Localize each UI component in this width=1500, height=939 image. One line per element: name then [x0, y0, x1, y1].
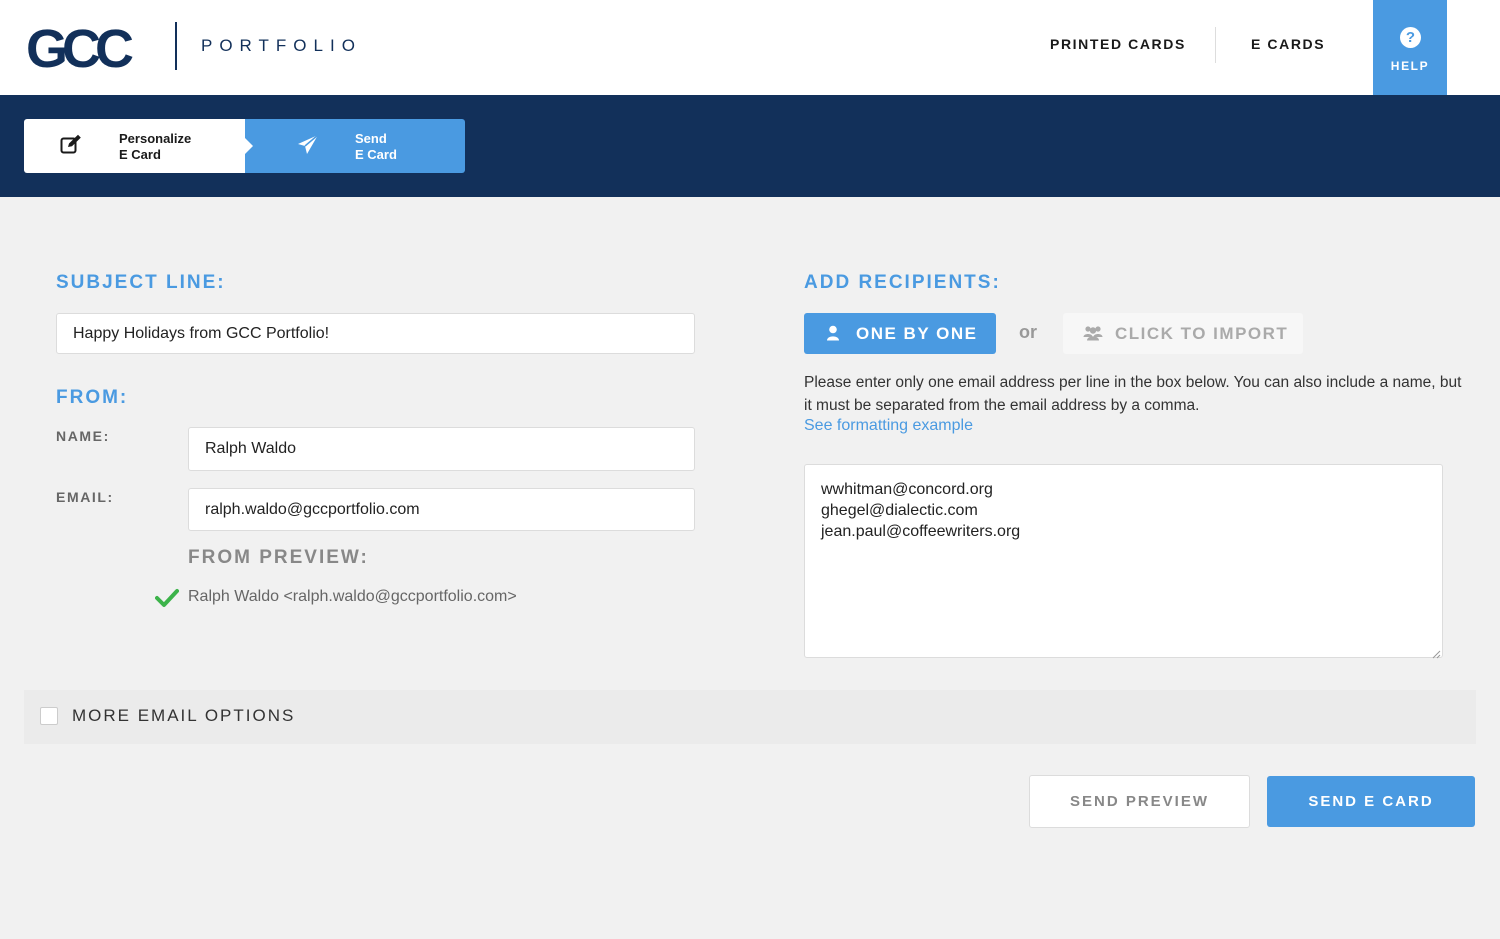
nav-printed-cards[interactable]: PRINTED CARDS [1050, 36, 1186, 52]
or-label: or [1019, 322, 1037, 342]
paper-plane-icon [297, 134, 319, 161]
email-input[interactable] [188, 488, 695, 531]
logo-divider [175, 22, 177, 70]
send-e-card-button[interactable]: SEND E CARD [1267, 776, 1475, 827]
send-preview-button[interactable]: SEND PREVIEW [1029, 775, 1250, 828]
from-heading: FROM: [56, 387, 129, 408]
step-send-line1: Send [355, 131, 387, 146]
more-options-label: MORE EMAIL OPTIONS [72, 706, 296, 725]
step-arrow [245, 138, 253, 154]
nav-divider [1215, 27, 1216, 63]
portfolio-label: PORTFOLIO [201, 36, 362, 55]
step-personalize[interactable]: Personalize E Card [24, 119, 246, 173]
recipients-heading: ADD RECIPIENTS: [804, 272, 1001, 293]
email-label: EMAIL: [56, 489, 114, 505]
one-by-one-button[interactable]: ONE BY ONE [804, 313, 996, 354]
resize-grip-icon[interactable] [1431, 646, 1441, 664]
help-button[interactable]: ? HELP [1373, 0, 1447, 95]
step-personalize-line2: E Card [119, 147, 161, 162]
subject-input[interactable] [56, 313, 695, 354]
from-preview-heading: FROM PREVIEW: [188, 547, 369, 568]
users-group-icon [1083, 325, 1103, 346]
click-to-import-button[interactable]: CLICK TO IMPORT [1063, 313, 1303, 354]
recipients-textarea[interactable]: wwhitman@concord.org ghegel@dialectic.co… [804, 464, 1443, 658]
step-send[interactable]: Send E Card [245, 119, 465, 173]
name-input[interactable] [188, 427, 695, 471]
name-label: NAME: [56, 428, 110, 444]
nav-e-cards[interactable]: E CARDS [1251, 36, 1325, 52]
click-to-import-label: CLICK TO IMPORT [1115, 324, 1289, 343]
top-header: GCC PORTFOLIO PRINTED CARDS E CARDS ? HE… [0, 0, 1500, 95]
step-send-line2: E Card [355, 147, 397, 162]
help-icon: ? [1400, 27, 1421, 48]
gcc-logo-graphic: GCC [26, 22, 139, 72]
help-label: HELP [1390, 59, 1430, 73]
more-email-options-bar[interactable]: MORE EMAIL OPTIONS [24, 690, 1476, 744]
step-personalize-line1: Personalize [119, 131, 192, 146]
formatting-example-link[interactable]: See formatting example [804, 417, 973, 435]
step-personalize-label: Personalize E Card [119, 131, 191, 163]
from-preview-text: Ralph Waldo <ralph.waldo@gccportfolio.co… [188, 588, 517, 605]
logo-text: GCC [26, 22, 133, 72]
subject-heading: SUBJECT LINE: [56, 272, 226, 293]
gcc-logo[interactable]: GCC [26, 22, 156, 72]
step-bar: Personalize E Card Send E Card [0, 95, 1500, 197]
step-send-label: Send E Card [355, 131, 397, 163]
edit-icon [60, 134, 82, 159]
checkmark-icon [155, 588, 179, 613]
more-options-checkbox[interactable] [40, 707, 58, 725]
recipients-instructions: Please enter only one email address per … [804, 374, 1462, 414]
user-icon [826, 325, 840, 346]
one-by-one-label: ONE BY ONE [856, 324, 978, 343]
